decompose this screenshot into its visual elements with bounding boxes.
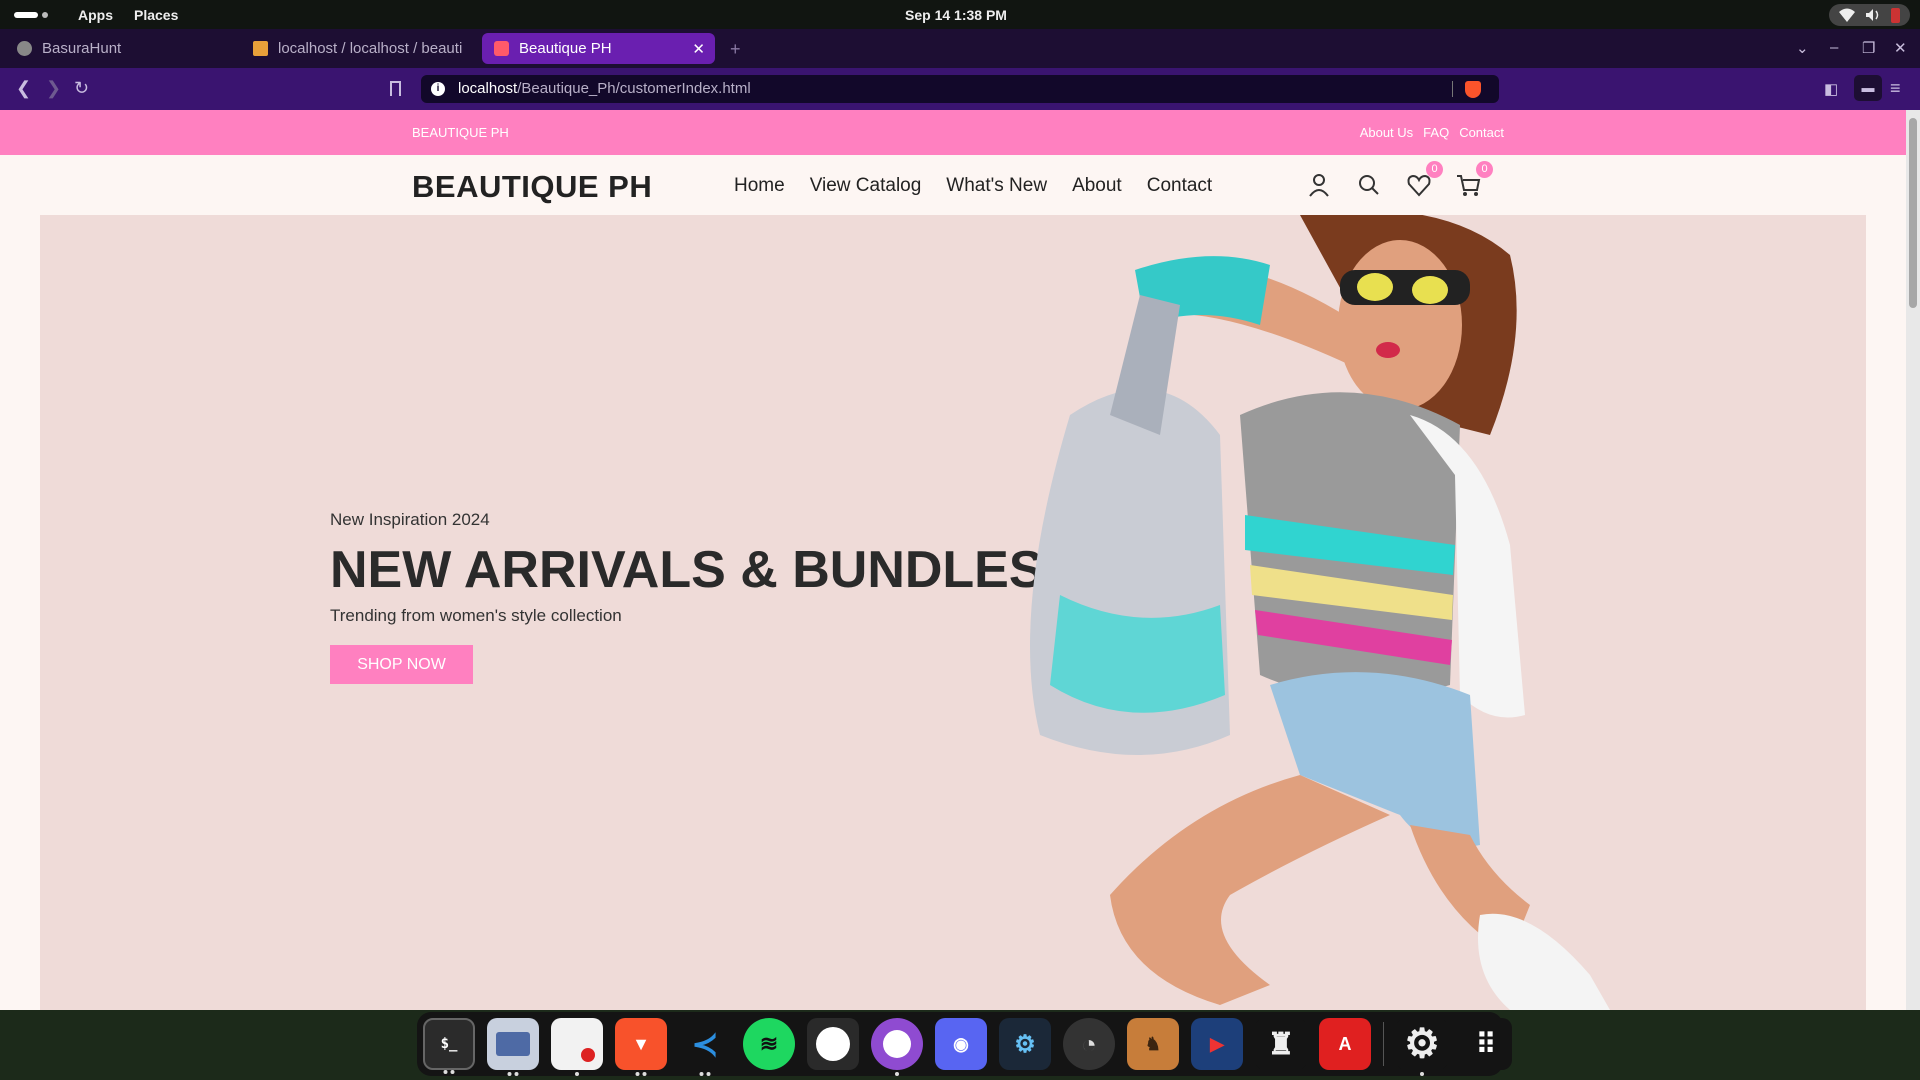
system-top-bar: Apps Places Sep 14 1:38 PM <box>0 0 1920 29</box>
vscode-icon[interactable]: ≺ <box>679 1018 731 1076</box>
html-file-icon <box>494 41 509 56</box>
tab-title: Beautique PH <box>519 40 612 57</box>
nav-home[interactable]: Home <box>734 175 785 197</box>
hero-model-image <box>1030 215 1610 1010</box>
nav-view-catalog[interactable]: View Catalog <box>810 175 922 197</box>
close-tab-icon[interactable]: ✕ <box>692 40 705 58</box>
url-text[interactable]: localhost/Beautique_Ph/customerIndex.htm… <box>458 80 751 97</box>
bookmark-icon[interactable] <box>390 81 401 96</box>
brush-tool-icon[interactable]: ♜ <box>1255 1018 1307 1070</box>
nav-whats-new[interactable]: What's New <box>946 175 1047 197</box>
spotify-icon[interactable]: ≋ <box>743 1018 795 1070</box>
forward-icon[interactable]: ❯ <box>46 78 61 99</box>
github-desktop-icon[interactable] <box>807 1018 859 1070</box>
volume-icon <box>1866 9 1879 21</box>
tab-list-chevron-icon[interactable]: ⌄ <box>1796 39 1809 57</box>
media-app-icon[interactable]: ▶ <box>1191 1018 1243 1070</box>
app-dock: $_ ▼ ≺ ≋ ◉ ⚙ ◔ ♞ ▶ ♜ A ⚙ ⠿ <box>417 1012 1512 1076</box>
brave-icon[interactable]: ▼ <box>615 1018 667 1076</box>
tab-title: localhost / localhost / beauti <box>278 40 463 57</box>
activities-indicator[interactable] <box>14 12 48 18</box>
promo-links: About Us FAQ Contact <box>1360 125 1504 140</box>
apps-menu[interactable]: Apps <box>78 7 113 23</box>
discord-icon[interactable]: ◉ <box>935 1018 987 1070</box>
cart-count-badge: 0 <box>1476 161 1493 178</box>
brave-shields-icon[interactable] <box>1465 81 1481 98</box>
tab-beautique-ph[interactable]: Beautique PH ✕ <box>482 33 715 64</box>
menu-icon[interactable]: ≡ <box>1890 78 1901 99</box>
cart-icon[interactable]: 0 <box>1455 161 1493 199</box>
back-icon[interactable]: ❮ <box>16 78 31 99</box>
settings-gear-icon[interactable]: ⚙ <box>1396 1018 1448 1076</box>
wallet-icon[interactable]: ▬ <box>1854 75 1882 101</box>
web-page: BEAUTIQUE PH About Us FAQ Contact BEAUTI… <box>0 110 1906 1010</box>
wishlist-count-badge: 0 <box>1426 161 1443 178</box>
terminal-icon[interactable]: $_ <box>423 1018 475 1074</box>
files-icon[interactable] <box>487 1018 539 1076</box>
new-tab-button[interactable]: + <box>730 39 741 60</box>
contact-link[interactable]: Contact <box>1459 125 1504 140</box>
phpmyadmin-icon <box>253 41 268 56</box>
about-us-link[interactable]: About Us <box>1360 125 1413 140</box>
globe-icon <box>17 41 32 56</box>
obs-icon[interactable]: ◔ <box>1063 1018 1115 1070</box>
shop-now-button[interactable]: SHOP NOW <box>330 645 473 684</box>
site-header: BEAUTIQUE PH Home View Catalog What's Ne… <box>0 155 1906 215</box>
url-divider <box>1452 81 1453 97</box>
hero-subheading: Trending from women's style collection <box>330 606 622 625</box>
battery-icon <box>1891 7 1900 23</box>
main-nav: Home View Catalog What's New About Conta… <box>734 175 1212 197</box>
site-info-icon[interactable]: i <box>431 82 445 96</box>
tab-basurahunt[interactable]: BasuraHunt <box>5 33 237 64</box>
app-grid-icon[interactable]: ⠿ <box>1460 1018 1512 1070</box>
hero-banner: New Inspiration 2024 NEW ARRIVALS & BUND… <box>40 215 1866 1010</box>
user-icon[interactable] <box>1305 171 1333 199</box>
places-menu[interactable]: Places <box>134 7 178 23</box>
github-purple-icon[interactable] <box>871 1018 923 1076</box>
clock[interactable]: Sep 14 1:38 PM <box>905 7 1007 23</box>
tab-phpmyadmin[interactable]: localhost / localhost / beauti <box>241 33 471 64</box>
system-tray[interactable] <box>1829 4 1910 26</box>
promo-bar: BEAUTIQUE PH About Us FAQ Contact <box>0 110 1906 155</box>
faq-link[interactable]: FAQ <box>1423 125 1449 140</box>
dock-separator <box>1383 1022 1384 1066</box>
scrollbar-thumb[interactable] <box>1909 118 1917 308</box>
address-bar[interactable]: i localhost/Beautique_Ph/customerIndex.h… <box>421 75 1499 103</box>
acrobat-icon[interactable]: A <box>1319 1018 1371 1070</box>
nav-about[interactable]: About <box>1072 175 1122 197</box>
minimize-icon[interactable]: – <box>1830 39 1838 56</box>
wifi-icon <box>1839 8 1855 22</box>
restore-icon[interactable]: ❐ <box>1862 39 1875 57</box>
site-logo[interactable]: BEAUTIQUE PH <box>412 169 652 205</box>
tab-strip: BasuraHunt localhost / localhost / beaut… <box>0 29 1920 68</box>
search-icon[interactable] <box>1355 171 1383 199</box>
text-editor-icon[interactable] <box>551 1018 603 1076</box>
nav-contact[interactable]: Contact <box>1147 175 1212 197</box>
sidebar-icon[interactable]: ◧ <box>1824 80 1838 98</box>
game-icon[interactable]: ♞ <box>1127 1018 1179 1070</box>
hero-kicker: New Inspiration 2024 <box>330 510 490 529</box>
tab-title: BasuraHunt <box>42 40 122 57</box>
reload-icon[interactable]: ↻ <box>74 78 89 99</box>
page-scrollbar[interactable] <box>1906 110 1920 1010</box>
steam-icon[interactable]: ⚙ <box>999 1018 1051 1070</box>
wishlist-heart-icon[interactable]: 0 <box>1405 161 1443 199</box>
promo-brand: BEAUTIQUE PH <box>412 125 509 140</box>
hero-heading: NEW ARRIVALS & BUNDLES <box>330 541 1044 599</box>
close-window-icon[interactable]: ✕ <box>1894 39 1907 57</box>
